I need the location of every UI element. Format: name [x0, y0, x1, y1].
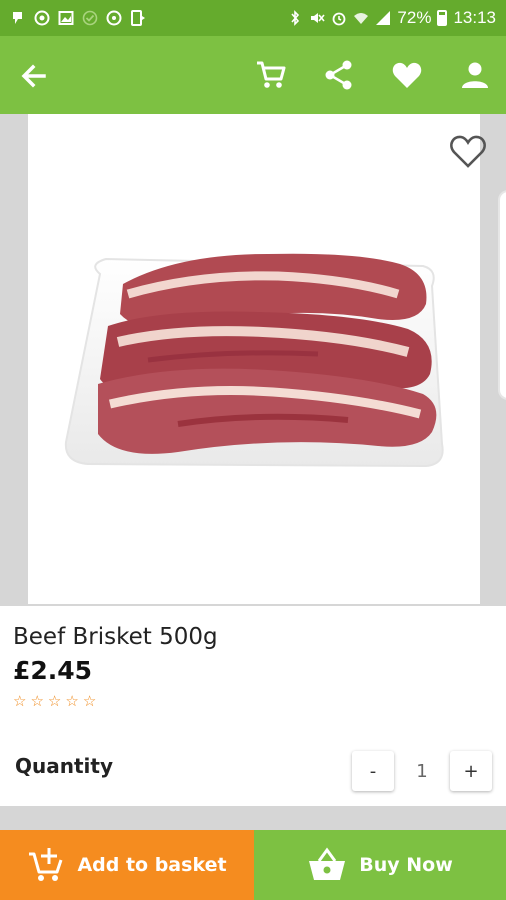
star-icon: ☆ [82, 693, 97, 710]
mute-icon [311, 13, 326, 23]
status-left-icons [10, 10, 146, 26]
clock: 13:13 [453, 8, 496, 27]
whatsapp-icon [34, 10, 50, 26]
side-drawer-handle[interactable] [498, 190, 506, 400]
notification-icon [13, 12, 22, 24]
favorite-outline-icon[interactable] [448, 132, 488, 170]
bluetooth-icon [291, 10, 300, 26]
star-icon: ☆ [47, 693, 62, 710]
quantity-increase-button[interactable]: + [450, 751, 492, 791]
alarm-icon [333, 12, 346, 26]
product-details: Beef Brisket 500g £2.45 ☆ ☆ ☆ ☆ ☆ Quanti… [0, 606, 506, 806]
buy-now-button[interactable]: Buy Now [254, 830, 506, 900]
status-bar: 72% 13:13 [0, 0, 506, 36]
share-button[interactable] [322, 58, 356, 92]
heart-icon [392, 62, 422, 88]
status-right: 72% 13:13 [287, 8, 496, 28]
arrow-back-icon[interactable] [18, 60, 50, 92]
quantity-stepper: - 1 + [352, 751, 492, 791]
star-icon: ☆ [30, 693, 44, 710]
bottom-action-bar: Add to basket Buy Now [0, 830, 506, 900]
buy-now-label: Buy Now [359, 854, 453, 876]
share-icon [325, 60, 352, 90]
add-to-basket-button[interactable]: Add to basket [0, 830, 254, 900]
cart-button[interactable] [254, 58, 288, 92]
star-icon: ☆ [13, 693, 27, 710]
product-image[interactable] [28, 114, 480, 604]
signal-icon [376, 11, 391, 25]
wishlist-button[interactable] [390, 58, 424, 92]
gallery-icon [58, 11, 74, 25]
quantity-label: Quantity [15, 754, 113, 778]
account-button[interactable] [458, 58, 492, 92]
app-bar [0, 36, 506, 114]
rating-stars: ☆ ☆ ☆ ☆ ☆ [13, 692, 96, 710]
person-icon [462, 62, 488, 88]
wifi-icon [354, 13, 369, 24]
check-icon [82, 10, 98, 26]
product-price: £2.45 [13, 656, 93, 685]
sync-icon [106, 10, 122, 26]
product-title: Beef Brisket 500g [13, 624, 218, 650]
cart-icon [257, 61, 286, 88]
star-icon: ☆ [65, 693, 79, 710]
add-to-basket-label: Add to basket [77, 854, 227, 876]
battery-icon [437, 10, 448, 26]
tablet-icon [131, 10, 145, 26]
app-bar-actions [254, 58, 492, 92]
product-image-area [28, 114, 486, 604]
add-cart-icon [29, 848, 63, 881]
battery-percent: 72% [397, 8, 432, 27]
quantity-value: 1 [416, 760, 428, 782]
quantity-decrease-button[interactable]: - [352, 751, 394, 791]
basket-icon [309, 847, 346, 880]
